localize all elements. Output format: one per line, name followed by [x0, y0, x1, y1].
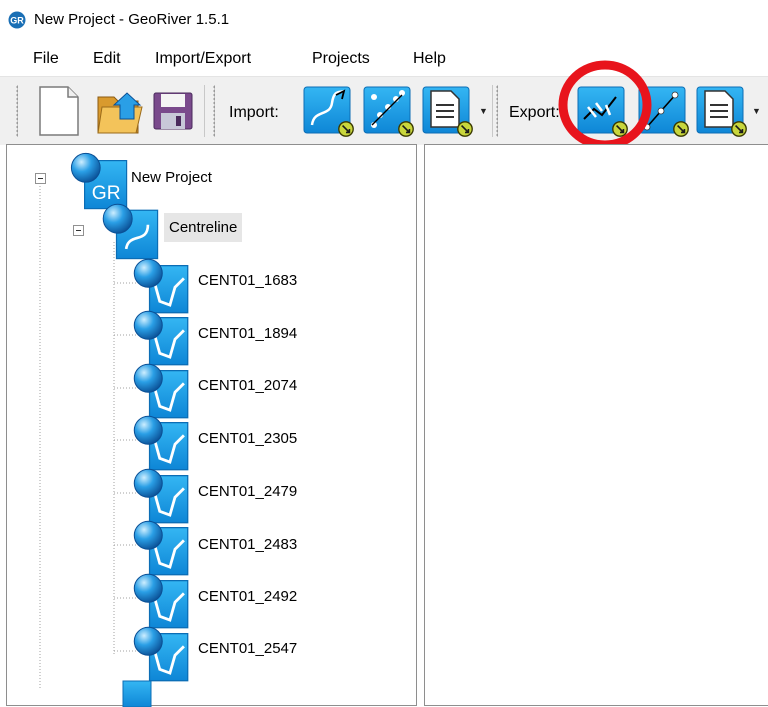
- app-icon-text: GR: [10, 16, 24, 26]
- export-label: Export:: [509, 104, 560, 121]
- centreline-collapse-toggle[interactable]: [73, 225, 84, 236]
- toolbar-grip[interactable]: [16, 85, 18, 137]
- tree-item-label[interactable]: CENT01_2547: [198, 640, 297, 657]
- cross-section-icon: [133, 363, 189, 419]
- tree-item-label[interactable]: CENT01_1683: [198, 272, 297, 289]
- tree-item-label[interactable]: CENT01_1894: [198, 325, 297, 342]
- import-points-icon[interactable]: [362, 85, 416, 139]
- tree-item-label[interactable]: CENT01_2492: [198, 588, 297, 605]
- new-document-icon[interactable]: [36, 85, 82, 137]
- title-bar: GR New Project - GeoRiver 1.5.1: [0, 0, 768, 38]
- toolbar: Import: ▼ Export: ▼: [0, 60, 768, 150]
- cross-section-icon: [133, 310, 189, 366]
- cross-section-icon: [133, 626, 189, 682]
- menu-edit[interactable]: Edit: [93, 50, 121, 68]
- cross-section-icon: [133, 258, 189, 314]
- import-centreline-icon[interactable]: [302, 85, 356, 139]
- window-title: New Project - GeoRiver 1.5.1: [34, 11, 230, 28]
- menu-import-export[interactable]: Import/Export: [155, 50, 251, 68]
- cross-section-icon: [133, 573, 189, 629]
- cross-section-icon: [133, 415, 189, 471]
- menu-projects[interactable]: Projects: [312, 50, 370, 68]
- project-tree-pane[interactable]: GR New Project Centreline CENT01_1683 CE…: [6, 144, 417, 707]
- save-disk-icon[interactable]: [152, 91, 194, 131]
- export-file-icon[interactable]: [695, 85, 749, 139]
- export-dropdown-arrow[interactable]: ▼: [752, 106, 761, 116]
- import-dropdown-arrow[interactable]: ▼: [479, 106, 488, 116]
- tree-item-label[interactable]: CENT01_2483: [198, 536, 297, 553]
- cross-section-icon: [133, 520, 189, 576]
- cross-section-icon: [133, 468, 189, 524]
- open-folder-icon[interactable]: [94, 85, 144, 137]
- tree-item-label[interactable]: CENT01_2479: [198, 483, 297, 500]
- tree-root-label[interactable]: New Project: [131, 169, 212, 186]
- import-file-icon[interactable]: [421, 85, 475, 139]
- georiver-app-icon: GR: [8, 11, 26, 29]
- tree-group-label[interactable]: Centreline: [164, 213, 243, 242]
- toolbar-separator: [492, 85, 493, 137]
- tree-item-label[interactable]: CENT01_2074: [198, 377, 297, 394]
- tree-item-label[interactable]: CENT01_2305: [198, 430, 297, 447]
- project-icon: GR: [69, 151, 129, 211]
- toolbar-grip[interactable]: [213, 85, 215, 137]
- toolbar-grip[interactable]: [496, 85, 498, 137]
- next-group-icon: [122, 680, 152, 707]
- centreline-group-icon: [102, 203, 160, 261]
- menu-file[interactable]: File: [33, 50, 59, 68]
- menu-help[interactable]: Help: [413, 50, 446, 68]
- root-collapse-toggle[interactable]: [35, 173, 46, 184]
- project-icon-text: GR: [92, 183, 121, 204]
- import-label: Import:: [229, 104, 279, 121]
- content-pane[interactable]: [424, 144, 768, 706]
- toolbar-separator: [204, 85, 205, 137]
